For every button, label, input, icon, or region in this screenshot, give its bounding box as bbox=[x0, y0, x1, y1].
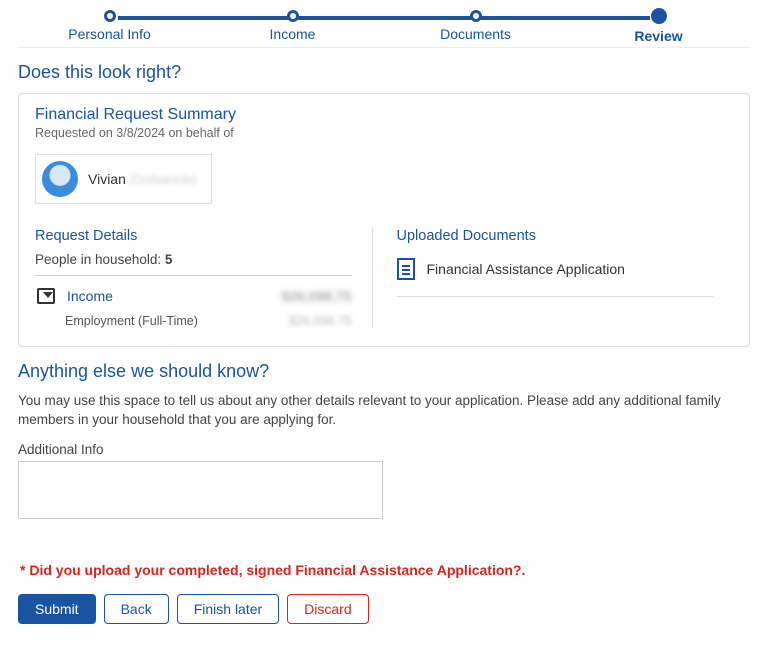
summary-title: Financial Request Summary bbox=[35, 106, 733, 124]
documents-title: Uploaded Documents bbox=[397, 228, 714, 244]
person-first-name: Vivian bbox=[88, 171, 126, 187]
documents-column: Uploaded Documents Financial Assistance … bbox=[373, 228, 734, 328]
step-personal-info[interactable]: Personal Info bbox=[18, 0, 201, 44]
household-count: 5 bbox=[165, 252, 173, 267]
request-details-title: Request Details bbox=[35, 228, 352, 244]
summary-subtitle: Requested on 3/8/2024 on behalf of bbox=[35, 126, 733, 140]
request-details-column: Request Details People in household: 5 I… bbox=[35, 228, 373, 328]
progress-bar: Personal Info Income Documents Review bbox=[18, 0, 750, 48]
step-label: Documents bbox=[440, 26, 511, 42]
income-amount: $26,098.75 bbox=[281, 288, 351, 304]
step-documents[interactable]: Documents bbox=[384, 0, 567, 44]
validation-error: * Did you upload your completed, signed … bbox=[20, 562, 750, 578]
income-row: Income $26,098.75 bbox=[35, 286, 352, 306]
step-label: Review bbox=[634, 28, 682, 44]
person-last-name: Zzzbancks bbox=[130, 171, 197, 187]
anything-else-help: You may use this space to tell us about … bbox=[18, 392, 750, 430]
submit-button[interactable]: Submit bbox=[18, 594, 96, 624]
anything-else-title: Anything else we should know? bbox=[18, 361, 750, 382]
household-label: People in household: bbox=[35, 252, 161, 267]
review-title: Does this look right? bbox=[18, 62, 750, 83]
step-income[interactable]: Income bbox=[201, 0, 384, 44]
document-name: Financial Assistance Application bbox=[427, 261, 625, 277]
income-sub-label: Employment (Full-Time) bbox=[65, 314, 198, 328]
step-review[interactable]: Review bbox=[567, 0, 750, 44]
avatar-icon bbox=[42, 161, 78, 197]
person-chip[interactable]: Vivian Zzzbancks bbox=[35, 154, 212, 204]
document-item[interactable]: Financial Assistance Application bbox=[397, 252, 714, 297]
additional-info-textarea[interactable] bbox=[18, 461, 383, 519]
step-label: Personal Info bbox=[68, 26, 151, 42]
finish-later-button[interactable]: Finish later bbox=[177, 594, 279, 624]
step-label: Income bbox=[270, 26, 316, 42]
step-dot-icon bbox=[470, 10, 482, 22]
income-sub-amount: $26,098.75 bbox=[289, 314, 352, 328]
summary-card: Financial Request Summary Requested on 3… bbox=[18, 93, 750, 347]
step-dot-icon bbox=[651, 8, 667, 24]
back-button[interactable]: Back bbox=[104, 594, 169, 624]
step-dot-icon bbox=[104, 10, 116, 22]
person-name: Vivian Zzzbancks bbox=[88, 171, 197, 187]
action-button-row: Submit Back Finish later Discard bbox=[18, 594, 750, 624]
income-icon bbox=[35, 286, 57, 306]
additional-info-label: Additional Info bbox=[18, 442, 750, 457]
divider bbox=[35, 275, 352, 276]
step-dot-icon bbox=[287, 10, 299, 22]
document-icon bbox=[397, 258, 415, 280]
income-sub-row: Employment (Full-Time) $26,098.75 bbox=[65, 314, 352, 328]
household-row: People in household: 5 bbox=[35, 252, 352, 267]
income-label: Income bbox=[67, 288, 113, 304]
discard-button[interactable]: Discard bbox=[287, 594, 368, 624]
